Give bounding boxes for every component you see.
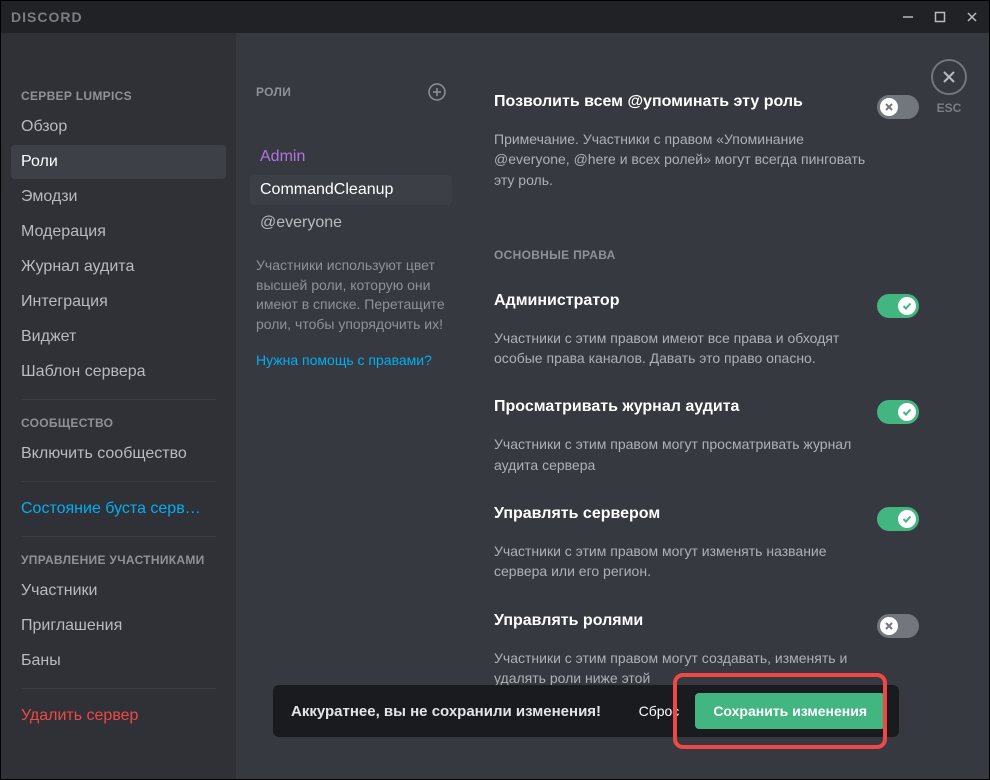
perm-admin-title: Администратор <box>494 292 619 310</box>
window-buttons <box>901 10 979 24</box>
esc-wrapper: ESC <box>931 59 967 115</box>
perm-mention-desc: Примечание. Участники с правом «Упоминан… <box>494 129 869 190</box>
titlebar: DISCORD <box>1 1 989 33</box>
check-icon <box>898 297 916 315</box>
unsaved-changes-bar: Аккуратнее, вы не сохранили изменения! С… <box>273 685 899 737</box>
sidebar-community-header: СООБЩЕСТВО <box>11 410 226 436</box>
perm-mention-title: Позволить всем @упоминать эту роль <box>494 93 803 111</box>
role-item-admin[interactable]: Admin <box>250 142 452 172</box>
add-role-button[interactable] <box>428 83 446 101</box>
sidebar-item-enable-community[interactable]: Включить сообщество <box>11 437 226 471</box>
x-icon <box>880 617 898 635</box>
sidebar-item-emoji[interactable]: Эмодзи <box>11 180 226 214</box>
esc-label: ESC <box>937 101 962 115</box>
sidebar-item-roles[interactable]: Роли <box>11 145 226 179</box>
perm-audit-toggle[interactable] <box>877 400 919 424</box>
sidebar-server-header: СЕРВЕР LUMPICS <box>11 83 226 109</box>
roles-header-label: РОЛИ <box>256 85 291 99</box>
sidebar-item-delete-server[interactable]: Удалить сервер <box>11 699 226 733</box>
perm-mention-toggle[interactable] <box>877 95 919 119</box>
perm-server-desc: Участники с этим правом могут изменять н… <box>494 541 869 582</box>
maximize-button[interactable] <box>933 10 947 24</box>
roles-header: РОЛИ <box>250 79 452 111</box>
sidebar-item-overview[interactable]: Обзор <box>11 110 226 144</box>
sidebar-divider <box>21 688 216 689</box>
unsaved-message: Аккуратнее, вы не сохранили изменения! <box>291 703 633 720</box>
perm-rolesmgr-title: Управлять ролями <box>494 612 643 630</box>
perm-rolesmgr-toggle[interactable] <box>877 614 919 638</box>
reset-button[interactable]: Сброс <box>633 695 686 727</box>
perm-section-general: ОСНОВНЫЕ ПРАВА <box>494 248 919 262</box>
check-icon <box>898 403 916 421</box>
check-icon <box>898 510 916 528</box>
sidebar-item-integrations[interactable]: Интеграция <box>11 285 226 319</box>
sidebar-divider <box>21 536 216 537</box>
roles-help-link[interactable]: Нужна помощь с правами? <box>250 334 452 386</box>
roles-column: РОЛИ Admin CommandCleanup @everyone Учас… <box>236 33 466 779</box>
permissions-column: Позволить всем @упоминать эту роль Приме… <box>466 33 989 779</box>
perm-server-title: Управлять сервером <box>494 505 660 523</box>
sidebar-member-mgmt-header: УПРАВЛЕНИЕ УЧАСТНИКАМИ <box>11 547 226 573</box>
app-brand: DISCORD <box>11 9 83 25</box>
perm-rolesmgr-desc: Участники с этим правом могут создавать,… <box>494 648 869 689</box>
sidebar-item-audit-log[interactable]: Журнал аудита <box>11 250 226 284</box>
close-button[interactable] <box>965 10 979 24</box>
perm-audit-title: Просматривать журнал аудита <box>494 398 739 416</box>
sidebar-divider <box>21 481 216 482</box>
perm-audit-desc: Участники с этим правом могут просматрив… <box>494 434 869 475</box>
settings-sidebar: СЕРВЕР LUMPICS Обзор Роли Эмодзи Модерац… <box>1 33 236 779</box>
perm-server-toggle[interactable] <box>877 507 919 531</box>
save-changes-button[interactable]: Сохранить изменения <box>695 693 885 729</box>
sidebar-divider <box>21 399 216 400</box>
sidebar-item-bans[interactable]: Баны <box>11 644 226 678</box>
minimize-button[interactable] <box>901 10 915 24</box>
sidebar-item-server-template[interactable]: Шаблон сервера <box>11 355 226 389</box>
perm-admin-desc: Участники с этим правом имеют все права … <box>494 328 869 369</box>
perm-admin-toggle[interactable] <box>877 294 919 318</box>
roles-ordering-note: Участники используют цвет высшей роли, к… <box>250 238 452 334</box>
close-settings-button[interactable] <box>931 59 967 95</box>
role-item-everyone[interactable]: @everyone <box>250 208 452 238</box>
content-area: СЕРВЕР LUMPICS Обзор Роли Эмодзи Модерац… <box>1 33 989 779</box>
sidebar-item-widget[interactable]: Виджет <box>11 320 226 354</box>
app-window: DISCORD СЕРВЕР LUMPICS Обзор Роли Эмодзи… <box>0 0 990 780</box>
sidebar-item-moderation[interactable]: Модерация <box>11 215 226 249</box>
sidebar-item-members[interactable]: Участники <box>11 574 226 608</box>
sidebar-item-boost-status[interactable]: Состояние буста серв… <box>11 492 226 526</box>
sidebar-item-invites[interactable]: Приглашения <box>11 609 226 643</box>
x-icon <box>880 98 898 116</box>
role-item-commandcleanup[interactable]: CommandCleanup <box>250 175 452 205</box>
